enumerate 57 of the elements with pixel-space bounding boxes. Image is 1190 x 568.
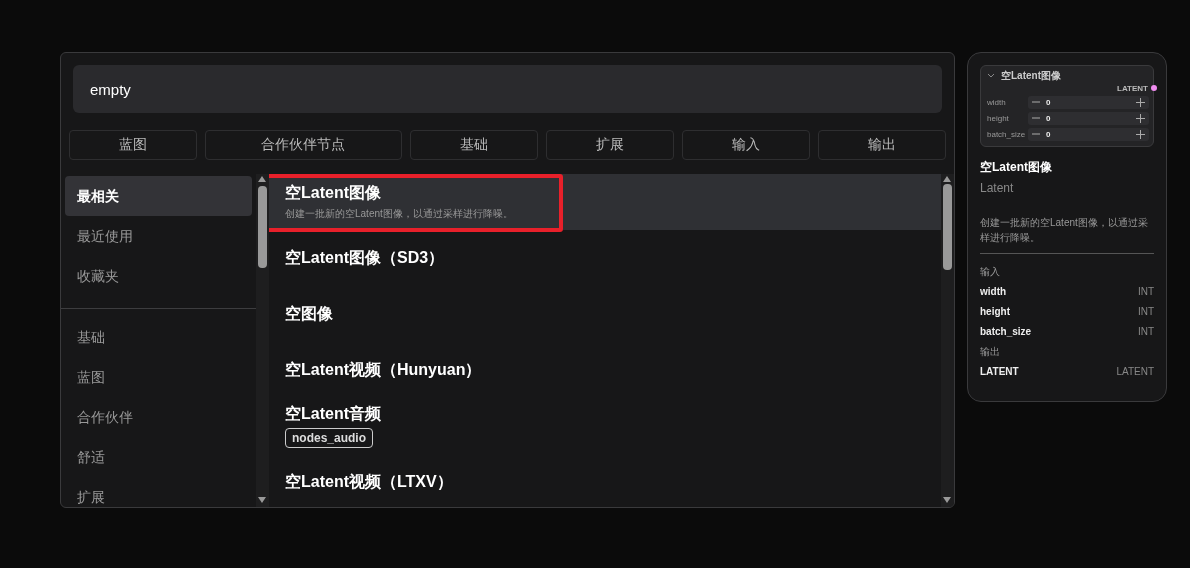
sidebar-item[interactable]: 蓝图 <box>65 357 252 397</box>
scrollbar[interactable] <box>941 174 954 507</box>
result-title: 空Latent视频（Hunyuan） <box>285 359 483 380</box>
sidebar-item[interactable]: 合作伙伴 <box>65 397 252 437</box>
scrollbar[interactable] <box>256 174 269 507</box>
section-label: 输入 <box>980 265 1001 279</box>
plus-icon[interactable] <box>1136 129 1145 139</box>
number-widget[interactable]: 0 <box>1028 127 1149 141</box>
output-dot <box>1151 85 1157 91</box>
result-description: 创建一批新的空Latent图像，以通过采样进行降噪。 <box>285 207 514 221</box>
sidebar-item[interactable]: 最相关 <box>65 176 252 216</box>
filter-button[interactable]: 输入 <box>681 130 810 160</box>
result-title: 空Latent视频（LTXV） <box>285 471 454 492</box>
result-title: 空图像 <box>285 303 334 324</box>
result-title: 空Latent图像 <box>285 183 382 203</box>
input-type: INT <box>1137 325 1154 339</box>
sidebar-item[interactable]: 舒适 <box>65 437 252 477</box>
sidebar-item[interactable]: 最近使用 <box>65 216 252 256</box>
output-label: LATENT <box>1117 83 1148 93</box>
filter-button[interactable]: 扩展 <box>545 130 674 160</box>
filter-button[interactable]: 合作伙伴节点 <box>205 130 402 160</box>
filter-button[interactable]: 基础 <box>409 130 538 160</box>
sidebar-item[interactable]: 基础 <box>65 317 252 357</box>
input-name: width <box>980 285 1007 299</box>
input-name: height <box>980 305 1010 319</box>
result-title: 空Latent音频 <box>285 404 382 424</box>
section-label: 输出 <box>980 345 1001 359</box>
node-description: 创建一批新的空Latent图像，以通过采样进行降噪。 <box>980 216 1149 245</box>
output-type: LATENT <box>1116 365 1154 379</box>
input-name: batch_size <box>980 325 1032 339</box>
result-item[interactable]: 空图像 <box>269 286 941 342</box>
result-title: 空Latent图像（SD3） <box>285 247 446 268</box>
widget-label: batch_size <box>987 129 1027 139</box>
number-widget[interactable]: 0 <box>1028 111 1149 125</box>
node-title: 空Latent图像 <box>1001 68 1061 83</box>
search-field[interactable]: empty <box>73 65 942 113</box>
plus-icon[interactable] <box>1136 97 1145 107</box>
widget-label: width <box>987 97 1007 107</box>
input-type: INT <box>1137 285 1154 299</box>
sidebar-item[interactable]: 收藏夹 <box>65 256 252 296</box>
chevron-icon <box>987 72 995 79</box>
output-name: LATENT <box>980 365 1019 379</box>
result-item[interactable]: 空Latent视频（Hunyuan） <box>269 342 941 398</box>
node-category: Latent <box>980 181 1015 195</box>
result-item[interactable]: 空Latent图像 创建一批新的空Latent图像，以通过采样进行降噪。 <box>269 174 941 230</box>
filter-button[interactable]: 输出 <box>817 130 946 160</box>
node-name: 空Latent图像 <box>980 159 1053 176</box>
plus-icon[interactable] <box>1136 113 1145 123</box>
result-item[interactable]: 空Latent视频（LTXV） <box>269 454 941 507</box>
input-type: INT <box>1137 305 1154 319</box>
widget-label: height <box>987 113 1010 123</box>
number-widget[interactable]: 0 <box>1028 95 1149 109</box>
result-item[interactable]: 空Latent图像（SD3） <box>269 230 941 286</box>
sidebar-item[interactable]: 扩展 <box>65 477 252 507</box>
result-item[interactable]: 空Latent音频 nodes_audio <box>269 398 941 454</box>
category-tag: nodes_audio <box>285 428 373 448</box>
filter-button[interactable]: 蓝图 <box>69 130 198 160</box>
